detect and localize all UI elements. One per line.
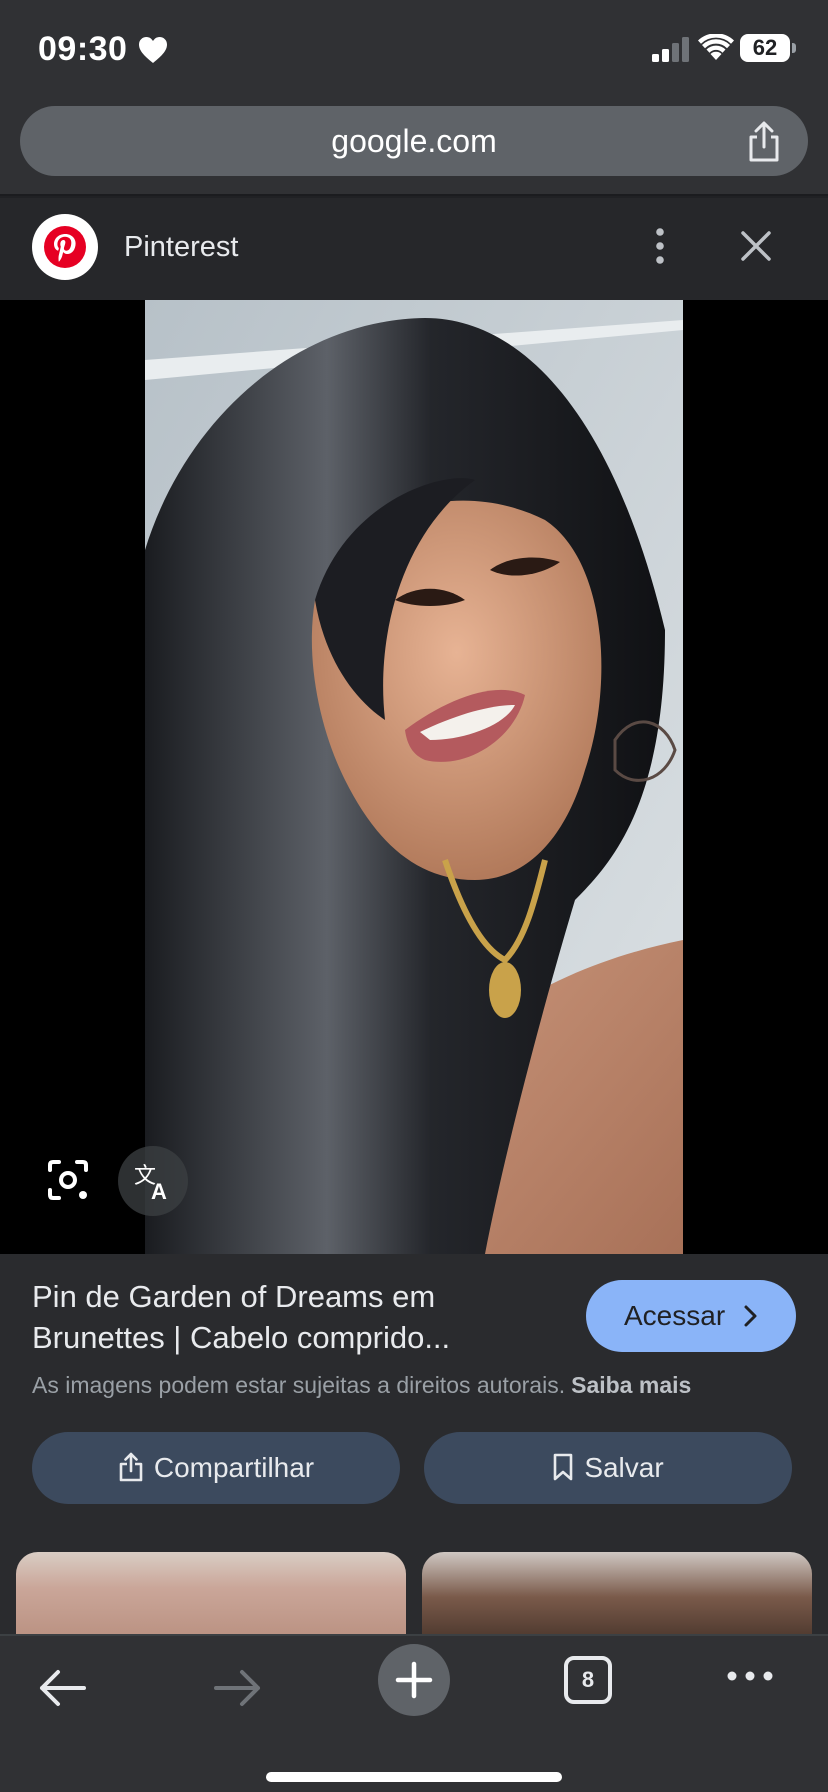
result-title[interactable]: Pin de Garden of Dreams em Brunettes | C… [32, 1276, 552, 1358]
forward-arrow-icon[interactable] [212, 1666, 264, 1710]
share-icon [119, 1452, 143, 1481]
translate-icon[interactable]: 文 A [118, 1146, 188, 1216]
tab-switcher-button[interactable]: 8 [564, 1656, 612, 1704]
learn-more-link[interactable]: Saiba mais [571, 1372, 691, 1398]
battery-cap [792, 43, 796, 53]
source-header: Pinterest [0, 198, 828, 300]
bookmark-icon [554, 1453, 573, 1480]
related-image[interactable] [422, 1552, 812, 1642]
heart-icon [139, 37, 167, 63]
copyright-text: As imagens podem estar sujeitas a direit… [32, 1372, 566, 1398]
result-title-line1[interactable]: Pin de Garden of Dreams em [32, 1276, 552, 1317]
result-title-line2[interactable]: Brunettes | Cabelo comprido... [32, 1317, 552, 1358]
status-bar: 09:30 62 [0, 0, 828, 98]
home-indicator[interactable] [266, 1772, 562, 1782]
source-name[interactable]: Pinterest [124, 231, 238, 264]
visit-button-label: Acessar [624, 1300, 726, 1331]
more-horiz-icon[interactable] [726, 1666, 774, 1686]
new-tab-button[interactable] [378, 1644, 450, 1716]
share-button[interactable]: Compartilhar [32, 1432, 400, 1504]
chevron-right-icon [744, 1305, 757, 1327]
share-icon[interactable] [742, 120, 786, 164]
battery-icon: 62 [740, 34, 790, 62]
address-bar[interactable]: google.com [20, 106, 808, 176]
image-viewer: 文 A [0, 300, 828, 1254]
close-icon[interactable] [738, 228, 774, 264]
wifi-icon [698, 34, 734, 60]
plus-icon [395, 1661, 433, 1699]
signal-icon [652, 37, 689, 62]
more-vert-icon[interactable] [646, 224, 674, 268]
back-arrow-icon[interactable] [36, 1666, 88, 1710]
save-button[interactable]: Salvar [424, 1432, 792, 1504]
status-time: 09:30 [38, 30, 128, 68]
bottom-toolbar: 8 [0, 1634, 828, 1792]
url-text[interactable]: google.com [20, 106, 808, 176]
result-image[interactable] [145, 300, 683, 1254]
svg-text:A: A [151, 1179, 167, 1201]
visit-button[interactable]: Acessar [586, 1280, 796, 1352]
related-image[interactable] [16, 1552, 406, 1642]
share-button-label: Compartilhar [153, 1452, 315, 1483]
pinterest-logo [32, 214, 98, 280]
lens-icon[interactable] [40, 1152, 96, 1208]
save-button-label: Salvar [584, 1452, 664, 1483]
copyright-notice: As imagens podem estar sujeitas a direit… [32, 1372, 691, 1399]
address-bar-area: google.com [0, 98, 828, 196]
